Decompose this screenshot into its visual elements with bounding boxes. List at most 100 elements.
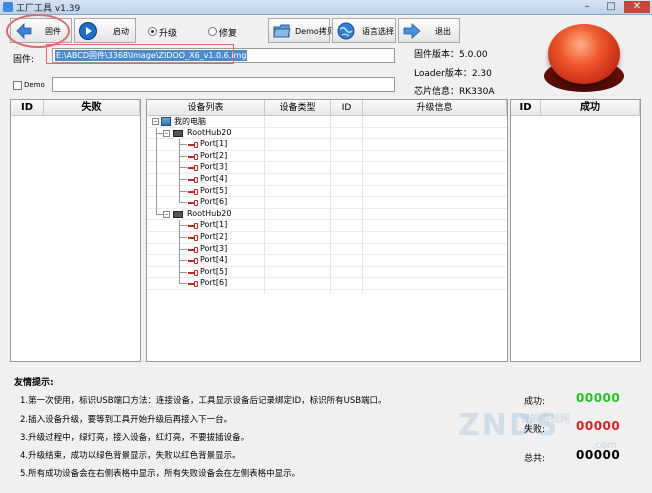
demo-label: Demo [24, 81, 45, 89]
tree-row[interactable]: Port[1] [147, 220, 507, 232]
tree-row[interactable]: Port[4] [147, 255, 507, 267]
usb-port-icon [188, 281, 198, 288]
tree-row[interactable]: – 我的电脑 [147, 116, 507, 128]
expand-toggle-icon[interactable]: – [152, 118, 159, 125]
expand-toggle-icon[interactable]: – [163, 210, 170, 218]
demo-copy-button[interactable]: Demo拷贝 [268, 18, 335, 43]
app-icon [3, 2, 13, 12]
port-label: Port[6] [200, 197, 228, 207]
demo-checkbox[interactable] [13, 81, 22, 90]
usb-port-icon [188, 188, 198, 195]
port-label: Port[2] [200, 150, 228, 160]
tips-title: 友情提示: [14, 378, 54, 388]
port-label: Port[5] [200, 185, 228, 195]
firmware-path-label: 固件: [13, 55, 35, 65]
device-col-type[interactable]: 设备类型 [265, 100, 331, 116]
tree-connector [179, 225, 187, 227]
start-button[interactable]: 启动 [74, 18, 136, 43]
device-col-id[interactable]: ID [331, 100, 363, 116]
usb-port-icon [188, 177, 198, 183]
port-label: Port[2] [200, 232, 228, 241]
exit-label: 退出 [435, 27, 451, 36]
repair-radio-label: 修复 [219, 29, 238, 39]
success-col-id[interactable]: ID [511, 100, 541, 116]
port-label: Port[4] [200, 255, 228, 265]
tree-connector [179, 237, 187, 238]
port-label: Port[1] [200, 139, 228, 149]
tree-connector [179, 155, 187, 157]
play-icon [79, 22, 97, 40]
usb-port-icon [188, 269, 198, 276]
usb-hub-icon [173, 210, 183, 218]
device-table[interactable]: 设备列表 设备类型 ID 升级信息 – 我的电脑 – RootHub20 Port[1]… [146, 99, 508, 362]
close-window-button[interactable]: ✕ [624, 1, 650, 13]
status-light-button[interactable] [548, 24, 620, 84]
tree-row[interactable]: – RootHub20 [147, 128, 507, 140]
tree-connector [179, 260, 187, 262]
tree-row[interactable]: Port[3] [147, 162, 507, 174]
upgrade-radio-label: 升级 [159, 29, 178, 39]
port-label: Port[6] [200, 278, 228, 288]
fail-count-label: 失败: [524, 425, 546, 435]
demo-path-field[interactable] [52, 77, 395, 92]
language-label: 语言选择 [362, 27, 394, 36]
minimize-button[interactable]: – [576, 1, 598, 13]
usb-port-icon [188, 258, 198, 265]
tree-row[interactable]: Port[4] [147, 174, 507, 186]
tree-connector [179, 144, 187, 146]
tree-row[interactable]: Port[2] [147, 232, 507, 244]
tree-row[interactable]: Port[3] [147, 244, 507, 256]
exit-button[interactable]: 退出 [398, 18, 460, 43]
success-col-success[interactable]: 成功 [541, 100, 640, 116]
fail-table[interactable]: ID 失败 [10, 99, 141, 362]
success-count-label: 成功: [524, 397, 546, 407]
total-count-label: 总共: [524, 454, 546, 464]
computer-icon [161, 117, 171, 126]
port-label: Port[4] [200, 174, 228, 183]
expand-toggle-icon[interactable]: – [163, 129, 170, 137]
exit-arrow-icon [403, 23, 421, 39]
upgrade-radio[interactable] [148, 27, 157, 36]
usb-port-icon [188, 200, 198, 207]
tree-row[interactable]: Port[6] [147, 197, 507, 209]
loader-version: Loader版本：2.30 [414, 69, 492, 79]
usb-port-icon [188, 153, 198, 160]
fail-col-fail[interactable]: 失败 [44, 100, 140, 116]
tip-item: 1.第一次使用，标识USB端口方法：连接设备，工具显示设备后记录绑定ID，标识所… [20, 396, 387, 406]
tree-row[interactable]: Port[6] [147, 278, 507, 290]
tree-row[interactable]: – RootHub20 [147, 209, 507, 221]
globe-icon [337, 22, 355, 40]
tree-row[interactable]: Port[5] [147, 267, 507, 279]
device-col-list[interactable]: 设备列表 [147, 100, 265, 116]
tip-item: 5.所有成功设备会在右侧表格中显示，所有失败设备会在左侧表格中显示。 [20, 469, 301, 479]
usb-port-icon [188, 246, 198, 253]
firmware-version: 固件版本：5.0.00 [414, 50, 488, 60]
success-count: 00000 [576, 391, 621, 405]
port-label: Port[3] [200, 243, 228, 253]
tree-connector [156, 127, 157, 214]
tree-row[interactable]: Port[5] [147, 186, 507, 198]
usb-port-icon [188, 223, 198, 230]
tip-item: 4.升级结束，成功以绿色背景显示，失败以红色背景显示。 [20, 451, 241, 461]
tip-item: 2.插入设备升级，要等到工具开始升级后再接入下一台。 [20, 415, 233, 425]
maximize-button[interactable]: □ [600, 1, 622, 13]
usb-port-icon [188, 235, 198, 241]
usb-port-icon [188, 165, 198, 172]
success-table[interactable]: ID 成功 [510, 99, 641, 362]
device-col-upgrade[interactable]: 升级信息 [363, 100, 507, 116]
tree-row[interactable]: Port[2] [147, 151, 507, 163]
fail-col-id[interactable]: ID [11, 100, 44, 116]
tip-item: 3.升级过程中，绿灯亮，接入设备，红灯亮，不要拔插设备。 [20, 433, 250, 443]
tree-row[interactable]: Port[1] [147, 139, 507, 151]
tree-connector [179, 248, 187, 250]
usb-port-icon [188, 142, 198, 149]
repair-radio[interactable] [208, 27, 217, 36]
tree-connector [179, 139, 180, 203]
device-tree: – 我的电脑 – RootHub20 Port[1] Port[2] Port[3] Port… [147, 116, 507, 296]
firmware-button-annotation [6, 14, 70, 48]
firmware-path-annotation [46, 44, 234, 64]
port-label: Port[5] [200, 266, 228, 276]
language-button[interactable]: 语言选择 [332, 18, 396, 43]
tree-connector [179, 190, 187, 192]
tree-connector [179, 283, 187, 285]
